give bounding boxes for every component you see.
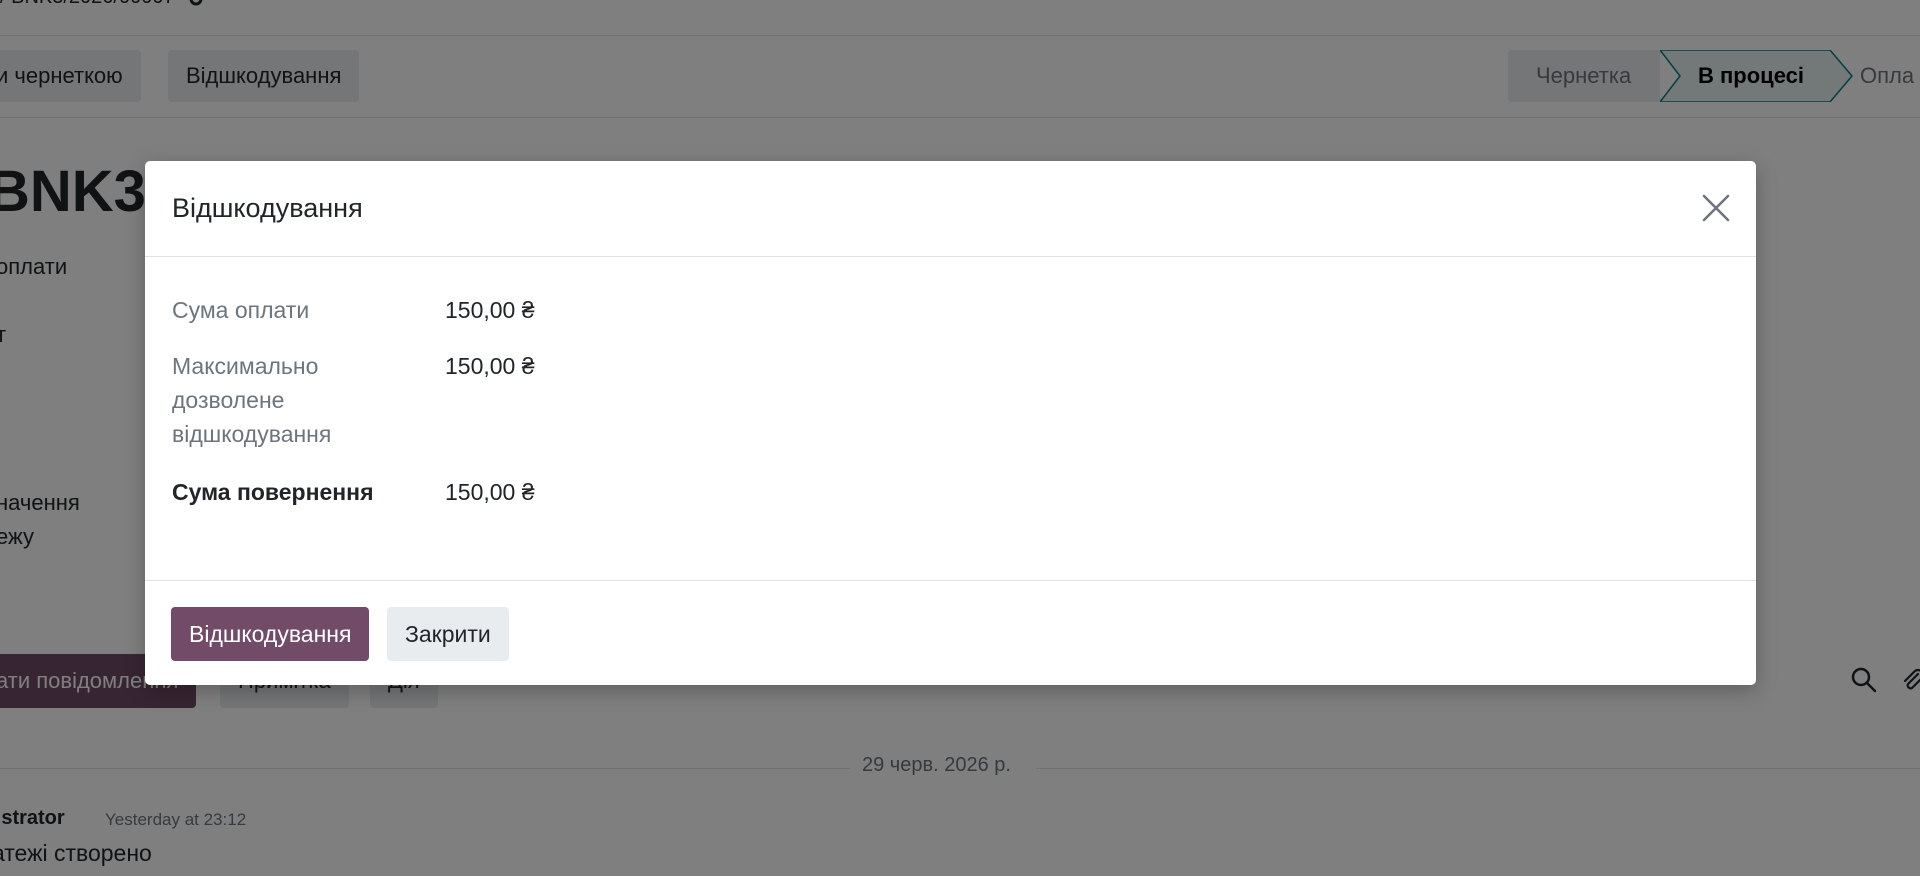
refund-amount-field[interactable]: 150,00 ₴ (445, 475, 535, 509)
refund-amount-label: Сума повернення (172, 479, 374, 505)
refund-dialog: Відшкодування Сума оплати 150,00 ₴ Макси… (145, 161, 1756, 685)
payment-amount-label: Сума оплати (172, 297, 310, 323)
payment-amount-value: 150,00 ₴ (445, 297, 535, 323)
max-refund-label: Максимально дозволене відшкодування (172, 353, 332, 447)
dialog-title: Відшкодування (172, 193, 363, 223)
dialog-body: Сума оплати 150,00 ₴ Максимально дозволе… (145, 257, 1756, 580)
close-button[interactable]: Закрити (387, 607, 509, 661)
confirm-refund-button[interactable]: Відшкодування (171, 607, 370, 661)
dialog-footer: Відшкодування Закрити (145, 580, 1756, 685)
dialog-header: Відшкодування (145, 161, 1756, 257)
max-refund-value: 150,00 ₴ (445, 353, 535, 379)
close-icon[interactable] (1698, 190, 1734, 226)
